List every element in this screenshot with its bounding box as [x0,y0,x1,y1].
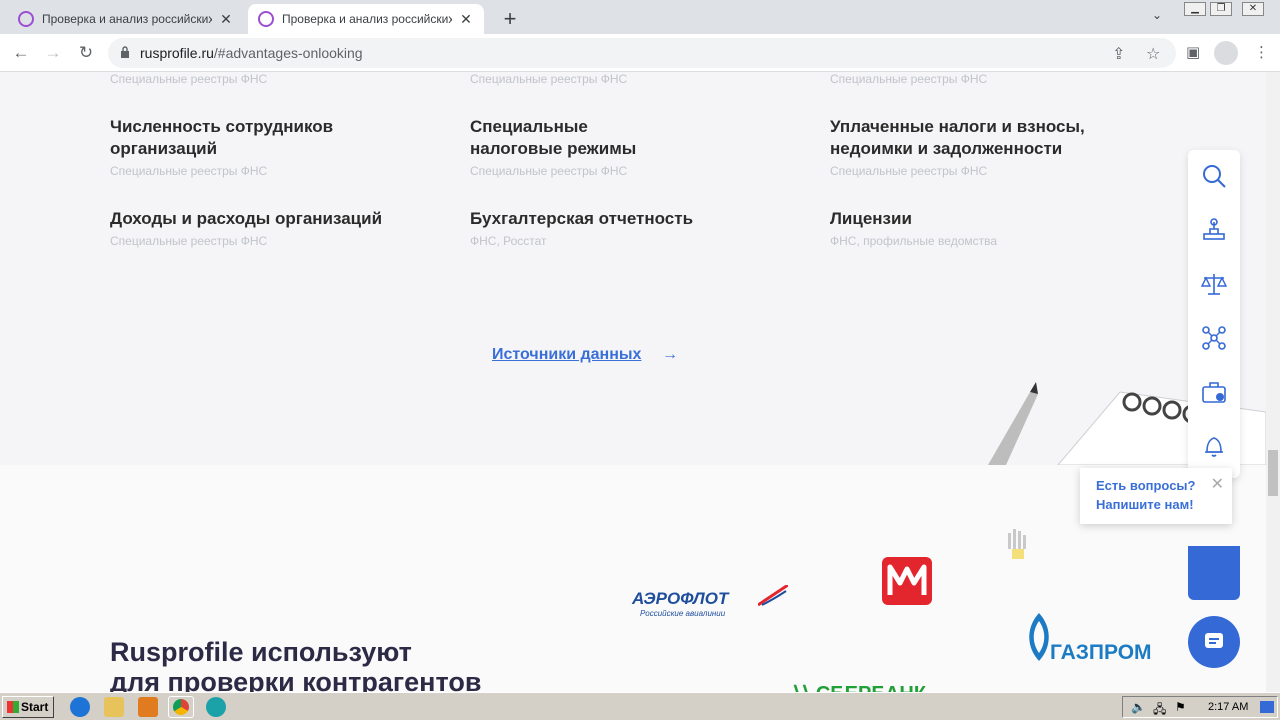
menu-kebab-icon[interactable]: ⋮ [1254,43,1269,61]
windows-taskbar: Start 🔈 🖧 ⚑ 2:17 AM [0,692,1280,720]
feature-title: Уплаченные налоги и взносы, недоимки и за… [830,117,1085,158]
feature-source: Специальные реестры ФНС [470,164,628,178]
clients-section: АЭРОФЛОТ Российские авиалинии ГАЗПРОМ ⟩⟩… [0,465,1266,692]
chat-prompt-line1: Есть вопросы? [1096,478,1196,493]
feature-source: Специальные реестры ФНС [830,164,988,178]
scrollbar-thumb[interactable] [1268,450,1278,496]
feature-source: Специальные реестры ФНС [830,72,988,86]
feature-source: ФНС, Росстат [470,234,547,248]
magnit-logo-icon [882,557,932,605]
chrome-task-button[interactable] [168,696,194,718]
close-tab-icon[interactable]: ✕ [218,11,234,28]
feature-title: Специальные налоговые режимы [470,117,637,158]
arrow-right-icon: → [662,346,678,363]
tab-search-chevron-icon[interactable]: ⌄ [1152,8,1162,22]
new-tab-button[interactable]: + [498,6,522,32]
panel-active-item[interactable] [1188,546,1240,600]
ie-icon[interactable] [70,697,90,717]
show-desktop-icon[interactable] [1260,701,1274,713]
gazprom-logo: ГАЗПРОМ [1022,613,1162,664]
chrome-icon [173,699,189,715]
chat-prompt-line2: Напишите нам! [1096,497,1194,512]
tab-title: Проверка и анализ российских юр [42,12,212,26]
tab-strip: Проверка и анализ российских юр ✕ Провер… [0,0,1280,34]
feature-source: Специальные реестры ФНС [470,72,628,86]
data-sources-link[interactable]: Источники данных [492,346,641,364]
browser-tab[interactable]: Проверка и анализ российских юр ✕ [8,4,244,34]
close-icon[interactable]: ✕ [1211,474,1224,494]
system-tray: 🔈 🖧 ⚑ [1122,696,1278,718]
connections-icon[interactable] [1200,324,1228,352]
clock: 2:17 AM [1208,701,1249,713]
bell-icon[interactable] [1200,432,1228,460]
chat-prompt-bubble[interactable]: Есть вопросы? Напишите нам! ✕ [1080,468,1232,524]
sber-check-icon: ⟩⟩ [792,683,816,692]
feature-source: Специальные реестры ФНС [110,234,268,248]
lock-icon [121,46,129,58]
start-button[interactable]: Start [2,696,54,718]
feature-source: Специальные реестры ФНС [110,72,268,86]
sberbank-logo: ⟩⟩ СБЕРБАНК [792,681,926,692]
bookmark-star-icon[interactable]: ☆ [1146,44,1160,64]
network-icon[interactable]: 🖧 [1153,700,1166,721]
address-bar[interactable]: rusprofile.ru/#advantages-onlooking ⇪ ☆ [108,38,1176,68]
restore-button[interactable]: ❐ [1210,2,1232,16]
browser-toolbar: ← → ↻ rusprofile.ru/#advantages-onlookin… [0,34,1280,72]
share-icon[interactable]: ⇪ [1112,44,1125,64]
volume-icon[interactable]: 🔈 [1131,700,1146,714]
aeroflot-logo: АЭРОФЛОТ Российские авиалинии [632,585,792,629]
site-favicon-icon [258,11,274,27]
url-text: rusprofile.ru/#advantages-onlooking [140,45,363,61]
edge-icon[interactable] [206,697,226,717]
search-icon[interactable] [1200,162,1228,190]
side-panel-icon[interactable]: ▣ [1186,43,1200,61]
chat-icon [1205,633,1223,648]
flag-icon[interactable]: ⚑ [1175,700,1186,714]
browser-tab-active[interactable]: Проверка и анализ российских юр ✕ [248,4,484,34]
windows-logo-icon [7,701,19,713]
page-scrollbar[interactable] [1266,72,1280,692]
feature-title: Лицензии [830,209,912,228]
feature-title: Бухгалтерская отчетность [470,209,694,228]
stamp-icon[interactable] [1200,216,1228,244]
quick-tools-panel [1188,150,1240,478]
briefcase-icon[interactable] [1200,378,1228,406]
site-favicon-icon [18,11,34,27]
data-sources-section: Специальные реестры ФНС Специальные реес… [0,72,1266,465]
media-player-icon[interactable] [138,697,158,717]
clients-heading: Rusprofile используют для проверки контра… [110,637,482,692]
feature-title: Численность сотрудников организаций [110,117,334,158]
close-window-button[interactable]: ✕ [1242,2,1264,16]
forward-button[interactable]: → [42,42,64,64]
tab-title: Проверка и анализ российских юр [282,12,452,26]
minimize-button[interactable]: ▁ [1184,2,1206,16]
feature-title: Доходы и расходы организаций [110,209,383,228]
back-button[interactable]: ← [10,42,32,64]
page-viewport: Специальные реестры ФНС Специальные реес… [0,72,1266,692]
explorer-folder-icon[interactable] [104,697,124,717]
scales-icon[interactable] [1200,270,1228,298]
close-tab-icon[interactable]: ✕ [458,11,474,28]
feature-source: ФНС, профильные ведомства [830,234,998,248]
feature-source: Специальные реестры ФНС [110,164,268,178]
rosneft-logo-icon [1008,529,1026,559]
chat-button[interactable] [1188,616,1240,668]
profile-avatar[interactable] [1214,41,1238,65]
reload-button[interactable]: ↻ [75,42,97,64]
aeroflot-wing-icon [758,585,788,607]
